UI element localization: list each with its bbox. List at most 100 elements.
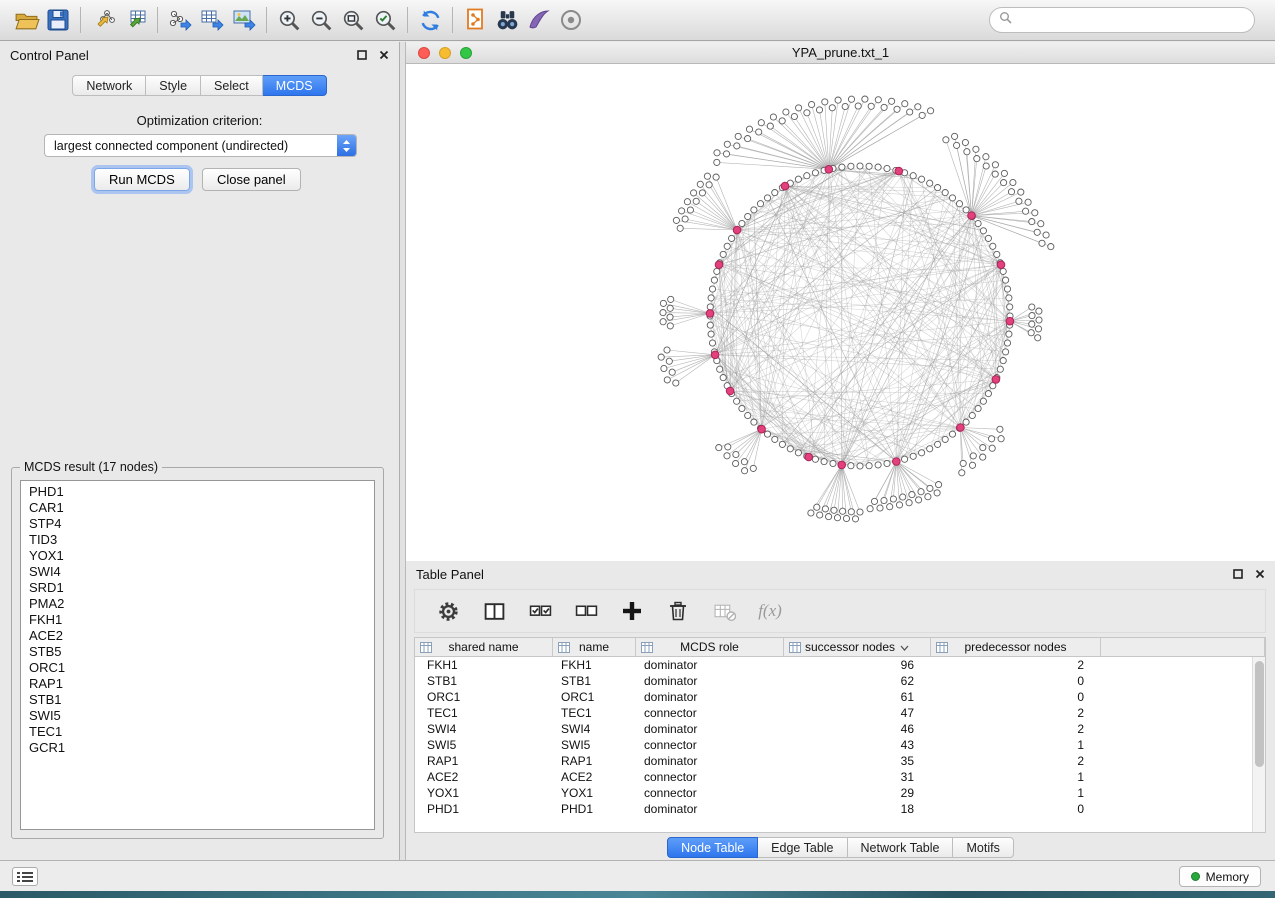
search-input[interactable] [1018,13,1245,27]
table-body: FKH1FKH1dominator962STB1STB1dominator620… [415,657,1265,817]
result-list-item[interactable]: GCR1 [21,740,374,756]
column-header-name[interactable]: name [553,638,636,656]
network-canvas[interactable] [406,64,1275,561]
tab-style[interactable]: Style [146,75,201,96]
desktop-background [0,891,1275,898]
task-history-icon[interactable] [12,867,38,886]
delete-row-icon[interactable] [665,598,691,624]
cell-shared-name: SWI4 [415,722,553,736]
cell-predecessor-nodes: 2 [931,706,1101,720]
node-table: shared namename MCDS role successor nodes p… [414,637,1266,833]
table-row[interactable]: YOX1YOX1connector291 [415,785,1265,801]
find-icon[interactable] [491,4,523,36]
cell-predecessor-nodes: 0 [931,674,1101,688]
tab-motifs[interactable]: Motifs [953,837,1013,858]
table-row[interactable]: ORC1ORC1dominator610 [415,689,1265,705]
float-window-icon[interactable] [1233,569,1243,579]
network-graph[interactable] [406,64,1275,561]
table-row[interactable]: PHD1PHD1dominator180 [415,801,1265,817]
columns-icon[interactable] [481,598,507,624]
table-row[interactable]: ACE2ACE2connector311 [415,769,1265,785]
result-list-item[interactable]: SWI5 [21,708,374,724]
column-header-predecessor-nodes[interactable]: predecessor nodes [931,638,1101,656]
mcds-result-list[interactable]: PHD1CAR1STP4TID3YOX1SWI4SRD1PMA2FKH1ACE2… [20,480,375,830]
tab-edge-table[interactable]: Edge Table [758,837,847,858]
cell-predecessor-nodes: 1 [931,738,1101,752]
cell-name: SWI5 [553,738,636,752]
gear-icon[interactable] [435,598,461,624]
result-list-item[interactable]: SWI4 [21,564,374,580]
zoom-in-icon[interactable] [273,4,305,36]
float-window-icon[interactable] [357,50,367,60]
table-row[interactable]: RAP1RAP1dominator352 [415,753,1265,769]
column-header-label: successor nodes [805,640,895,654]
clear-selection-icon[interactable] [573,598,599,624]
close-panel-icon[interactable] [1255,569,1265,579]
cell-MCDS-role: connector [636,786,784,800]
optimization-criterion-select[interactable]: largest connected component (undirected) [44,134,357,157]
control-panel-header: Control Panel [0,42,399,68]
toolbar-separator [407,7,408,33]
zoom-fit-icon[interactable] [337,4,369,36]
scrollbar-thumb[interactable] [1255,661,1264,767]
result-list-item[interactable]: STB5 [21,644,374,660]
result-list-item[interactable]: ACE2 [21,628,374,644]
cell-successor-nodes: 18 [784,802,931,816]
result-list-item[interactable]: ORC1 [21,660,374,676]
graphics-details-icon[interactable] [523,4,555,36]
add-row-icon[interactable] [619,598,645,624]
result-list-item[interactable]: PHD1 [21,484,374,500]
table-panel-header: Table Panel [406,561,1275,587]
cell-MCDS-role: dominator [636,802,784,816]
table-scrollbar[interactable] [1252,657,1265,832]
result-list-item[interactable]: PMA2 [21,596,374,612]
result-list-item[interactable]: YOX1 [21,548,374,564]
cell-MCDS-role: dominator [636,754,784,768]
tab-network[interactable]: Network [72,75,146,96]
memory-button[interactable]: Memory [1179,866,1261,887]
column-header-shared-name[interactable]: shared name [415,638,553,656]
result-list-item[interactable]: TID3 [21,532,374,548]
function-builder-icon[interactable]: f(x) [757,598,783,624]
share-document-icon[interactable] [459,4,491,36]
result-list-item[interactable]: STP4 [21,516,374,532]
refresh-icon[interactable] [414,4,446,36]
table-fn-disabled-icon[interactable] [711,598,737,624]
tab-node-table[interactable]: Node Table [667,837,758,858]
export-image-icon[interactable] [228,4,260,36]
tab-network-table[interactable]: Network Table [848,837,954,858]
tab-mcds[interactable]: MCDS [263,75,327,96]
result-list-item[interactable]: FKH1 [21,612,374,628]
tab-select[interactable]: Select [201,75,263,96]
select-all-icon[interactable] [527,598,553,624]
export-table-icon[interactable] [196,4,228,36]
birdseye-view-icon[interactable] [555,4,587,36]
table-row[interactable]: TEC1TEC1connector472 [415,705,1265,721]
column-header-label: MCDS role [680,640,739,654]
search-box[interactable] [989,7,1255,33]
close-panel-button[interactable]: Close panel [202,168,301,191]
export-network-icon[interactable] [164,4,196,36]
result-list-item[interactable]: STB1 [21,692,374,708]
import-network-icon[interactable] [87,4,119,36]
column-header-successor-nodes[interactable]: successor nodes [784,638,931,656]
column-header-MCDS-role[interactable]: MCDS role [636,638,784,656]
table-row[interactable]: SWI4SWI4dominator462 [415,721,1265,737]
save-icon[interactable] [42,4,74,36]
table-row[interactable]: SWI5SWI5connector431 [415,737,1265,753]
zoom-out-icon[interactable] [305,4,337,36]
result-list-item[interactable]: CAR1 [21,500,374,516]
table-row[interactable]: STB1STB1dominator620 [415,673,1265,689]
cell-MCDS-role: dominator [636,722,784,736]
result-list-item[interactable]: TEC1 [21,724,374,740]
result-list-item[interactable]: RAP1 [21,676,374,692]
import-table-icon[interactable] [119,4,151,36]
table-row[interactable]: FKH1FKH1dominator962 [415,657,1265,673]
result-list-item[interactable]: SRD1 [21,580,374,596]
cell-shared-name: FKH1 [415,658,553,672]
zoom-selected-icon[interactable] [369,4,401,36]
cell-successor-nodes: 31 [784,770,931,784]
close-panel-icon[interactable] [379,50,389,60]
open-icon[interactable] [10,4,42,36]
run-mcds-button[interactable]: Run MCDS [94,168,190,191]
